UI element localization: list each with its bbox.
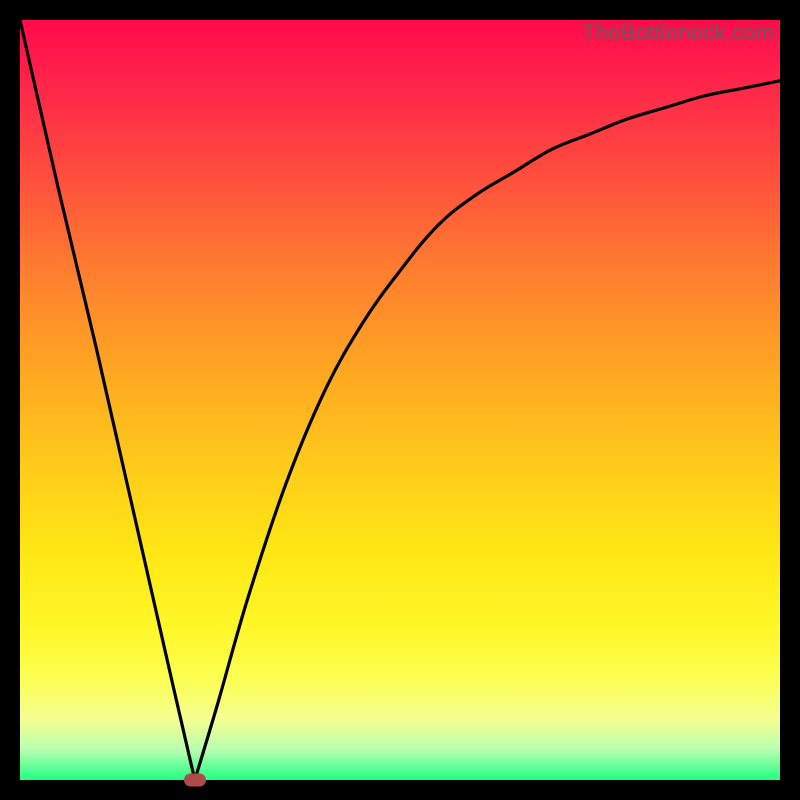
optimal-point-marker — [184, 774, 206, 787]
bottleneck-curve — [20, 20, 780, 780]
chart-plot-area: TheBottleneck.com — [20, 20, 780, 780]
